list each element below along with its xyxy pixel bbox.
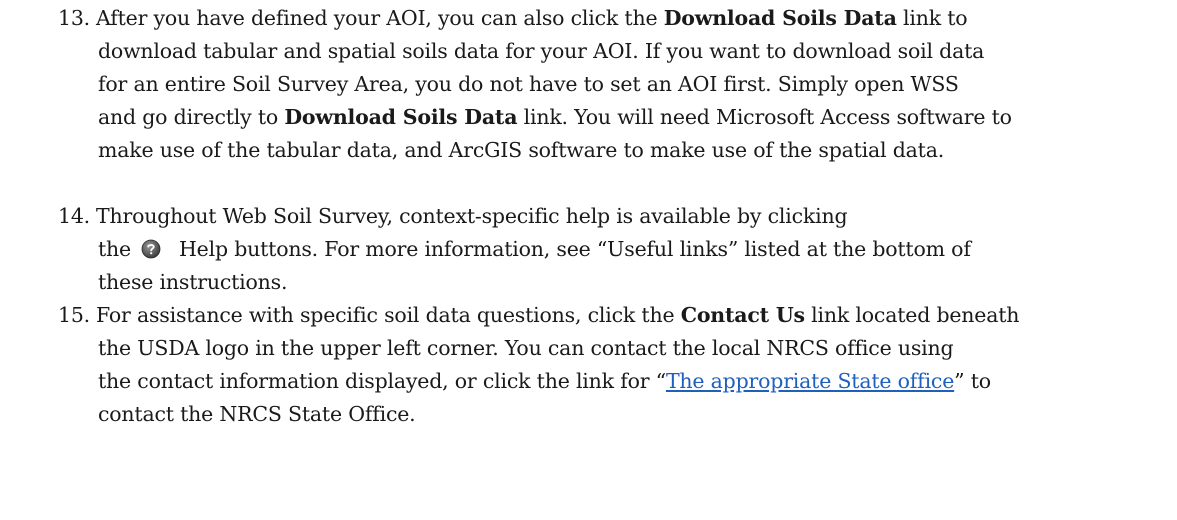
step-13: 13. After you have defined your AOI, you… [58, 2, 1148, 167]
text-run: and go directly to [98, 105, 285, 129]
step-line: After you have defined your AOI, you can… [58, 2, 1148, 35]
text-run: the [98, 237, 131, 261]
step-line: the contact information displayed, or cl… [58, 365, 1148, 398]
instructions-document: 13. After you have defined your AOI, you… [0, 0, 1177, 520]
text-run: For assistance with specific soil data q… [96, 303, 681, 327]
download-soils-data-label: Download Soils Data [663, 6, 897, 30]
step-line: the Help buttons. For more information, … [58, 233, 1148, 266]
text-run: link located beneath [804, 303, 1020, 327]
step-15: 15. For assistance with specific soil da… [58, 299, 1148, 431]
step-number: 15. [58, 303, 91, 327]
step-line: For assistance with specific soil data q… [58, 299, 1148, 332]
download-soils-data-label: Download Soils Data [284, 105, 518, 129]
text-run: the contact information displayed, or cl… [98, 369, 666, 393]
question-mark-circle-icon [141, 236, 161, 259]
step-14: 14. Throughout Web Soil Survey, context-… [58, 200, 1148, 299]
step-line: download tabular and spatial soils data … [98, 39, 985, 63]
step-line: contact the NRCS State Office. [98, 402, 416, 426]
contact-us-label: Contact Us [680, 303, 805, 327]
state-office-link[interactable]: The appropriate State office [666, 369, 954, 393]
step-line: make use of the tabular data, and ArcGIS… [98, 138, 945, 162]
text-run: ” to [954, 369, 991, 393]
text-run: link. You will need Microsoft Access sof… [517, 105, 1012, 129]
text-run: Help buttons. For more information, see … [178, 237, 971, 261]
step-number: 13. [58, 6, 91, 30]
step-line: the USDA logo in the upper left corner. … [98, 336, 954, 360]
step-number: 14. [58, 204, 91, 228]
step-line: these instructions. [98, 270, 288, 294]
step-line: and go directly to Download Soils Data l… [58, 101, 1148, 134]
step-line: Throughout Web Soil Survey, context-spec… [96, 204, 848, 228]
text-run: After you have defined your AOI, you can… [96, 6, 664, 30]
step-line: for an entire Soil Survey Area, you do n… [98, 72, 959, 96]
text-run: link to [896, 6, 968, 30]
